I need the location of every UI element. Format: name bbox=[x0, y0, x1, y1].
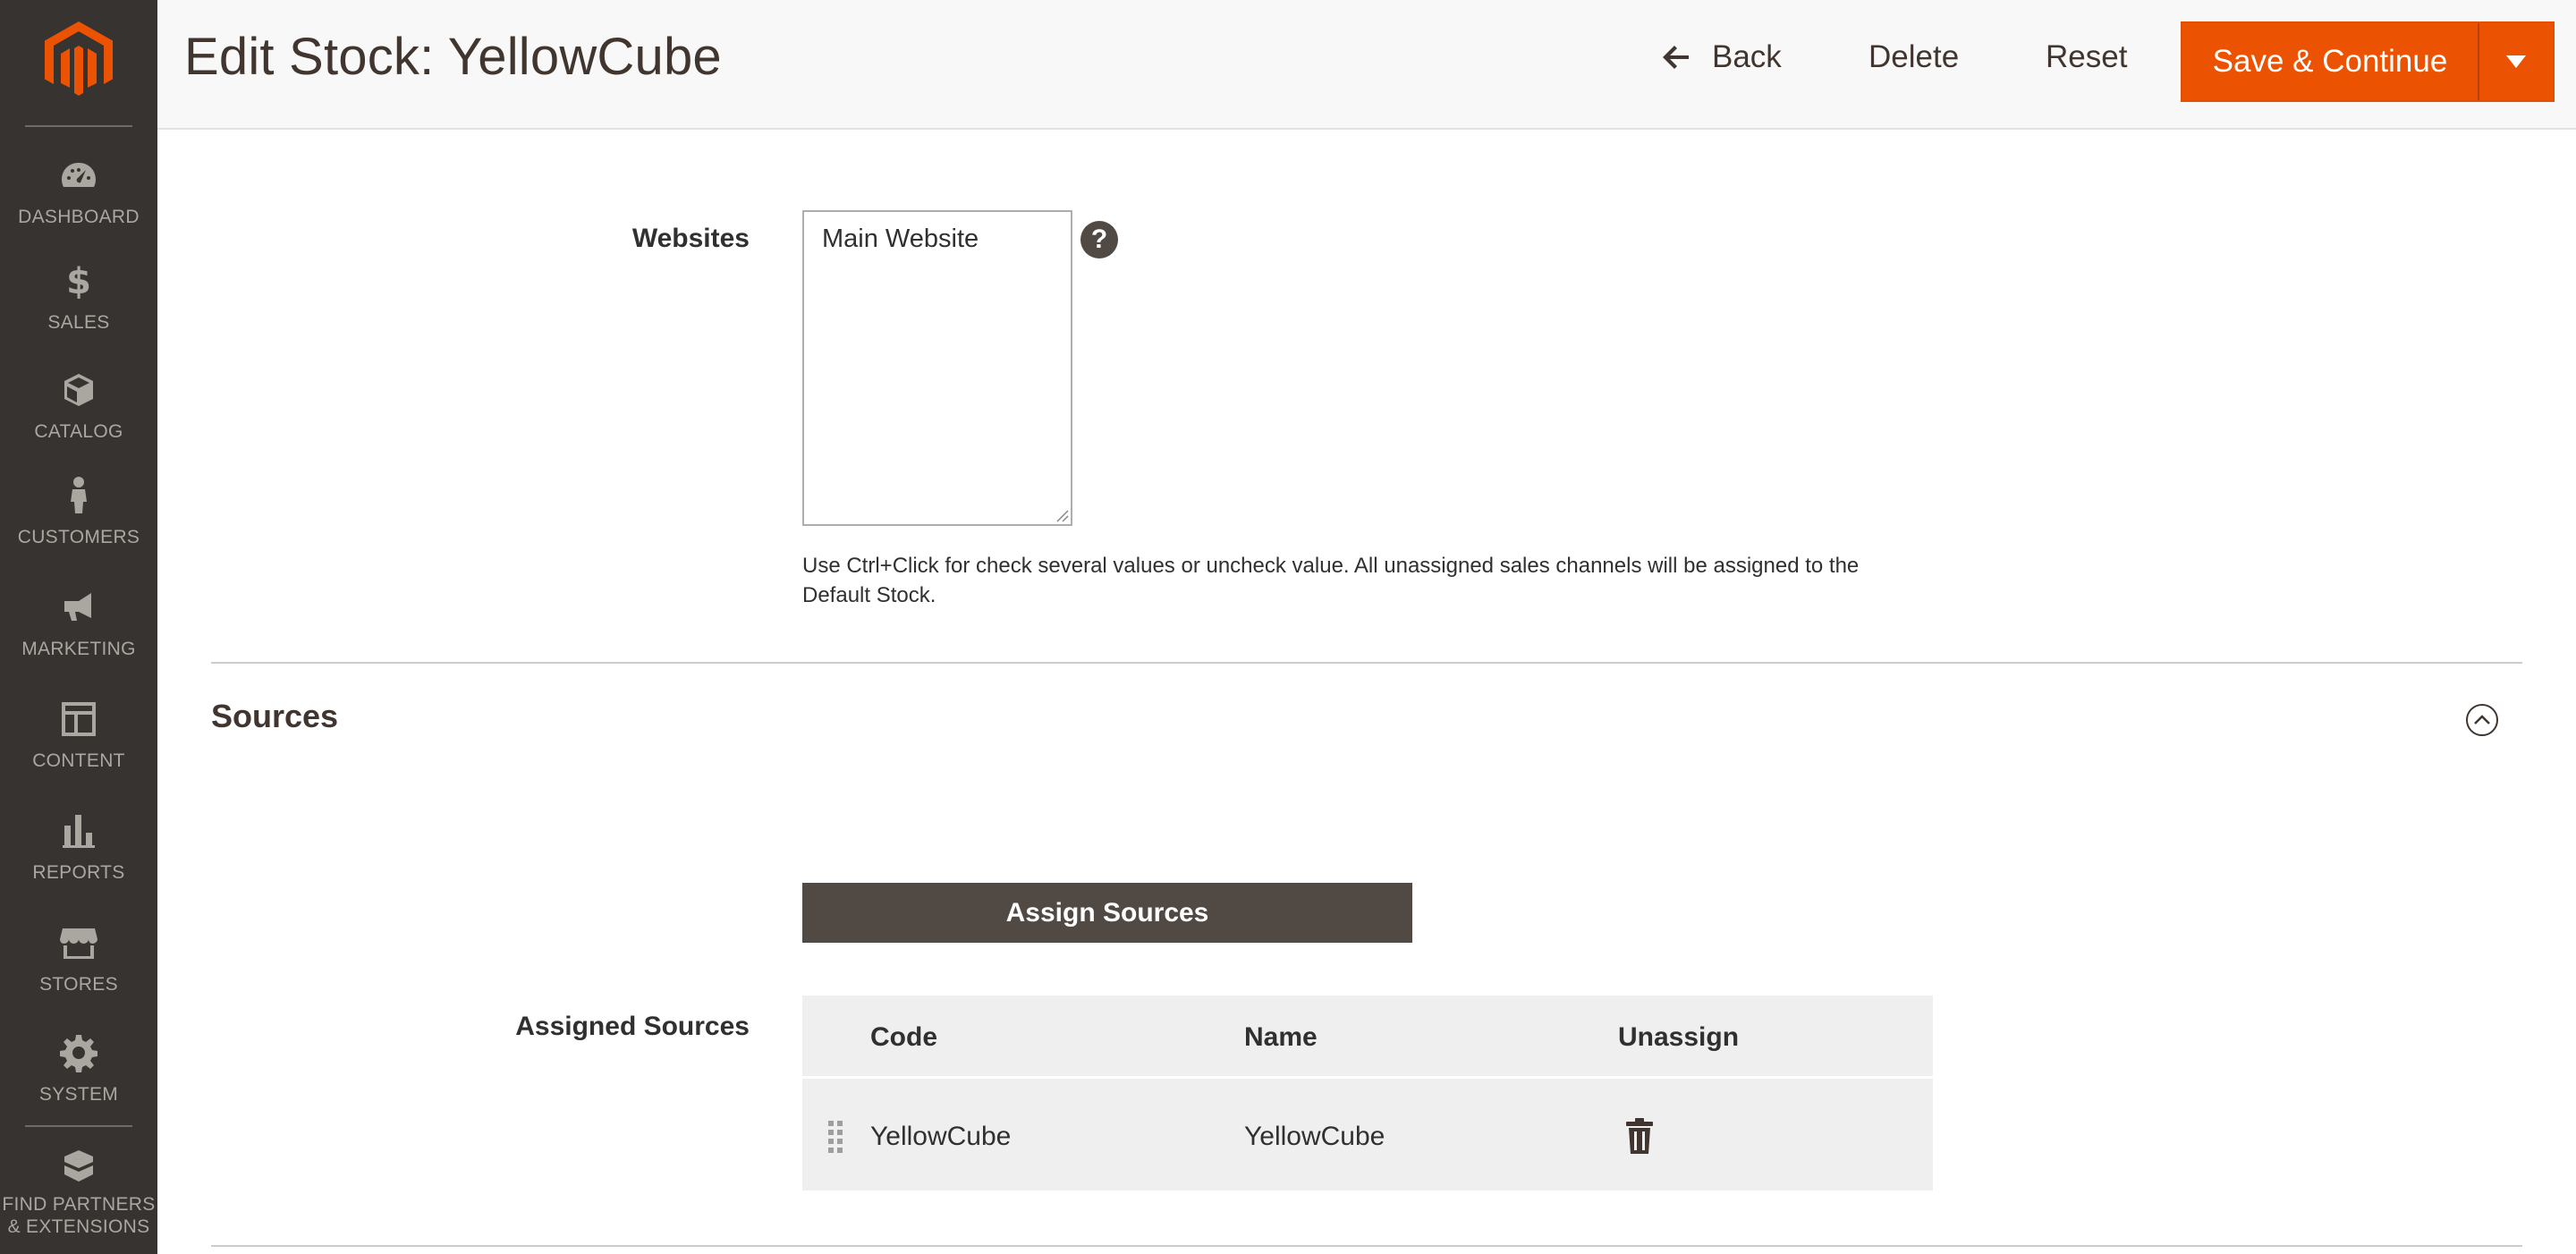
sidebar-divider bbox=[25, 1125, 132, 1127]
partners-box-icon bbox=[57, 1145, 100, 1188]
nav-label: SYSTEM bbox=[38, 1084, 119, 1105]
caret-down-icon bbox=[2506, 55, 2526, 68]
back-button[interactable]: Back bbox=[1662, 39, 1782, 75]
storefront-icon bbox=[57, 921, 100, 964]
layout-icon bbox=[57, 698, 100, 741]
source-name-cell: YellowCube bbox=[1244, 1122, 1385, 1151]
bar-chart-icon bbox=[57, 809, 100, 852]
delete-label: Delete bbox=[1868, 39, 1960, 74]
dashboard-icon bbox=[57, 154, 100, 197]
nav-label: DASHBOARD bbox=[18, 207, 140, 227]
reset-label: Reset bbox=[2046, 39, 2128, 74]
section-divider bbox=[211, 662, 2522, 664]
box-icon bbox=[57, 369, 100, 411]
chevron-up-circle-icon[interactable] bbox=[2465, 703, 2499, 737]
back-label: Back bbox=[1712, 39, 1782, 74]
gear-icon bbox=[57, 1031, 100, 1074]
nav-catalog[interactable]: CATALOG bbox=[0, 369, 157, 467]
nav-label: MARKETING bbox=[21, 639, 136, 659]
sources-section-title[interactable]: Sources bbox=[211, 698, 338, 735]
nav-dashboard[interactable]: DASHBOARD bbox=[0, 154, 157, 252]
nav-customers[interactable]: CUSTOMERS bbox=[0, 474, 157, 572]
nav-label: REPORTS bbox=[32, 862, 125, 883]
nav-stores[interactable]: STORES bbox=[0, 921, 157, 1020]
nav-reports[interactable]: REPORTS bbox=[0, 809, 157, 908]
delete-button[interactable]: Delete bbox=[1868, 39, 1959, 75]
nav-label: STORES bbox=[39, 974, 118, 995]
dollar-icon: $ bbox=[57, 259, 100, 302]
table-row: YellowCube YellowCube bbox=[802, 1076, 1933, 1190]
nav-label: SALES bbox=[47, 312, 110, 333]
grid-header-row: Code Name Unassign bbox=[802, 996, 1933, 1076]
resize-grip-icon[interactable] bbox=[1053, 506, 1069, 522]
trash-icon[interactable] bbox=[1625, 1116, 1654, 1156]
section-divider bbox=[211, 1245, 2522, 1247]
magento-logo-icon[interactable] bbox=[45, 21, 113, 98]
save-options-toggle[interactable] bbox=[2478, 23, 2553, 100]
nav-content[interactable]: CONTENT bbox=[0, 698, 157, 796]
assigned-sources-label: Assigned Sources bbox=[515, 1012, 750, 1041]
page-header: Edit Stock: YellowCube Back Delete Reset… bbox=[157, 0, 2576, 130]
websites-label: Websites bbox=[631, 224, 750, 253]
save-continue-button[interactable]: Save & Continue bbox=[2182, 23, 2478, 100]
column-header-code: Code bbox=[870, 1022, 937, 1052]
reset-button[interactable]: Reset bbox=[2046, 39, 2127, 75]
help-icon[interactable]: ? bbox=[1080, 221, 1118, 258]
nav-label: CATALOG bbox=[34, 421, 123, 442]
nav-label-line1: FIND PARTNERS bbox=[2, 1194, 156, 1215]
admin-sidebar: DASHBOARD $ SALES CATALOG CUSTOMERS MARK… bbox=[0, 0, 157, 1254]
column-header-unassign: Unassign bbox=[1618, 1022, 1740, 1052]
save-split-button: Save & Continue bbox=[2181, 21, 2555, 102]
arrow-left-icon bbox=[1663, 46, 1689, 69]
sidebar-divider bbox=[25, 125, 132, 127]
nav-label: CUSTOMERS bbox=[17, 527, 140, 547]
nav-marketing[interactable]: MARKETING bbox=[0, 586, 157, 684]
drag-handle-icon[interactable] bbox=[827, 1120, 843, 1154]
column-header-name: Name bbox=[1244, 1022, 1318, 1052]
nav-sales[interactable]: $ SALES bbox=[0, 259, 157, 358]
nav-find-partners[interactable]: FIND PARTNERS & EXTENSIONS bbox=[0, 1145, 157, 1252]
svg-text:$: $ bbox=[66, 261, 91, 301]
websites-option[interactable]: Main Website bbox=[822, 225, 1053, 254]
source-code-cell: YellowCube bbox=[870, 1122, 1012, 1151]
nav-label-line2: & EXTENSIONS bbox=[7, 1216, 150, 1237]
page-title: Edit Stock: YellowCube bbox=[184, 28, 722, 86]
assigned-sources-grid: Code Name Unassign YellowCube YellowCube bbox=[802, 996, 1933, 1190]
websites-note: Use Ctrl+Click for check several values … bbox=[802, 554, 1860, 607]
assign-sources-button[interactable]: Assign Sources bbox=[802, 883, 1412, 943]
nav-label: CONTENT bbox=[32, 750, 125, 771]
person-icon bbox=[57, 474, 100, 517]
nav-system[interactable]: SYSTEM bbox=[0, 1031, 157, 1130]
websites-multiselect[interactable]: Main Website bbox=[802, 210, 1072, 526]
megaphone-icon bbox=[57, 586, 100, 629]
